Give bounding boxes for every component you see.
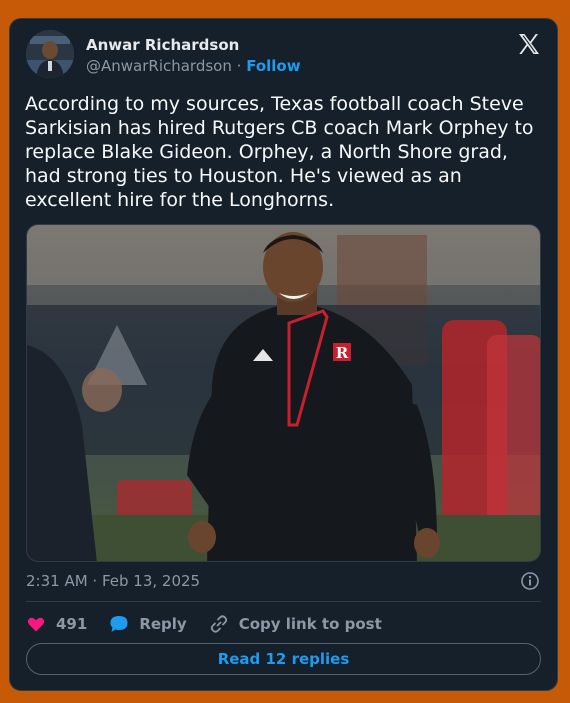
separator-dot: · bbox=[236, 57, 242, 75]
copy-link-button[interactable]: Copy link to post bbox=[209, 614, 382, 634]
tweet-text: According to my sources, Texas football … bbox=[25, 93, 534, 211]
author-handle[interactable]: @AnwarRichardson bbox=[86, 57, 232, 75]
action-bar: 491 Reply Copy link to post bbox=[26, 613, 404, 635]
follow-button[interactable]: Follow bbox=[246, 57, 300, 75]
handle-row: @AnwarRichardson · Follow bbox=[86, 57, 301, 75]
speech-bubble-icon bbox=[110, 616, 128, 632]
info-icon[interactable] bbox=[520, 571, 540, 591]
reply-button[interactable]: Reply bbox=[109, 614, 187, 634]
reply-label: Reply bbox=[139, 615, 187, 633]
tweet-card: Anwar Richardson @AnwarRichardson · Foll… bbox=[9, 18, 558, 691]
link-icon bbox=[210, 615, 227, 633]
copy-link-label: Copy link to post bbox=[238, 615, 382, 633]
author-avatar[interactable] bbox=[26, 30, 74, 78]
svg-text:R: R bbox=[336, 344, 349, 362]
x-logo-icon[interactable] bbox=[517, 32, 541, 56]
tweet-timestamp[interactable]: 2:31 AM · Feb 13, 2025 bbox=[26, 572, 200, 590]
divider bbox=[26, 601, 541, 602]
heart-icon bbox=[27, 617, 45, 632]
like-count: 491 bbox=[56, 615, 88, 633]
author-name[interactable]: Anwar Richardson bbox=[86, 36, 239, 54]
tweet-photo[interactable]: R bbox=[26, 224, 541, 562]
read-replies-button[interactable]: Read 12 replies bbox=[26, 643, 541, 675]
like-button[interactable]: 491 bbox=[26, 614, 87, 634]
